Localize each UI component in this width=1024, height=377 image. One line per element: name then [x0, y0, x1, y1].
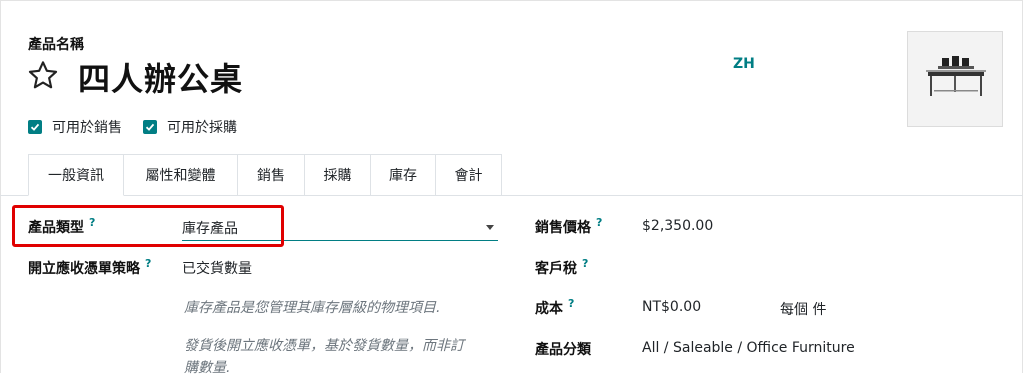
customer-tax-label: 客戶稅? — [535, 257, 588, 278]
cost-label: 成本? — [535, 297, 574, 318]
purchase-ok-checkbox[interactable]: 可用於採購 — [143, 117, 237, 137]
tab-accounting[interactable]: 會計 — [436, 154, 502, 196]
product-category-field[interactable]: All / Saleable / Office Furniture — [642, 340, 855, 356]
product-type-description: 庫存產品是您管理其庫存層級的物理項目. — [184, 300, 441, 316]
tab-general-info[interactable]: 一般資訊 — [28, 154, 124, 196]
sales-price-field[interactable]: $2,350.00 — [642, 218, 713, 234]
sales-price-label-text: 銷售價格 — [535, 220, 591, 236]
language-toggle[interactable]: ZH — [733, 56, 755, 72]
checkmark-icon — [143, 120, 157, 134]
notebook-tabs: 一般資訊 屬性和變體 銷售 採購 庫存 會計 — [28, 154, 502, 196]
product-name-label: 產品名稱 — [28, 37, 84, 53]
sale-ok-label: 可用於銷售 — [52, 120, 122, 136]
office-desk-icon — [926, 56, 986, 96]
customer-tax-field[interactable] — [642, 256, 942, 278]
sale-ok-checkbox[interactable]: 可用於銷售 — [28, 117, 122, 137]
product-category-label: 產品分類 — [535, 342, 591, 358]
purchase-ok-label: 可用於採購 — [167, 120, 237, 136]
invoice-policy-field[interactable]: 已交貨數量 — [182, 258, 252, 278]
invoice-policy-label-text: 開立應收憑單策略 — [28, 261, 140, 277]
help-tooltip-icon[interactable]: ? — [568, 297, 574, 310]
checkmark-icon — [28, 120, 42, 134]
cost-field[interactable]: NT$0.00 — [642, 299, 701, 315]
caret-down-icon — [486, 225, 494, 230]
cost-label-text: 成本 — [535, 301, 563, 317]
customer-tax-label-text: 客戶稅 — [535, 261, 577, 277]
tab-purchase[interactable]: 採購 — [305, 154, 371, 196]
product-image[interactable] — [907, 31, 1003, 127]
help-tooltip-icon[interactable]: ? — [596, 216, 602, 229]
tab-inventory[interactable]: 庫存 — [371, 154, 436, 196]
tab-attributes-variants[interactable]: 屬性和變體 — [124, 154, 238, 196]
favorite-star-icon[interactable] — [27, 59, 59, 91]
invoice-policy-label: 開立應收憑單策略? — [28, 257, 151, 278]
help-tooltip-icon[interactable]: ? — [145, 257, 151, 270]
cost-unit: 每個 件 — [780, 302, 827, 318]
product-name-field[interactable]: 四人辦公桌 — [78, 54, 243, 100]
tab-sales[interactable]: 銷售 — [238, 154, 305, 196]
invoice-policy-description-line1: 發貨後開立應收憑單，基於發貨數量，而非訂 — [184, 338, 464, 354]
sales-price-label: 銷售價格? — [535, 216, 602, 237]
help-tooltip-icon[interactable]: ? — [582, 257, 588, 270]
highlight-box — [12, 205, 284, 247]
invoice-policy-description-line2: 購數量. — [184, 360, 231, 376]
